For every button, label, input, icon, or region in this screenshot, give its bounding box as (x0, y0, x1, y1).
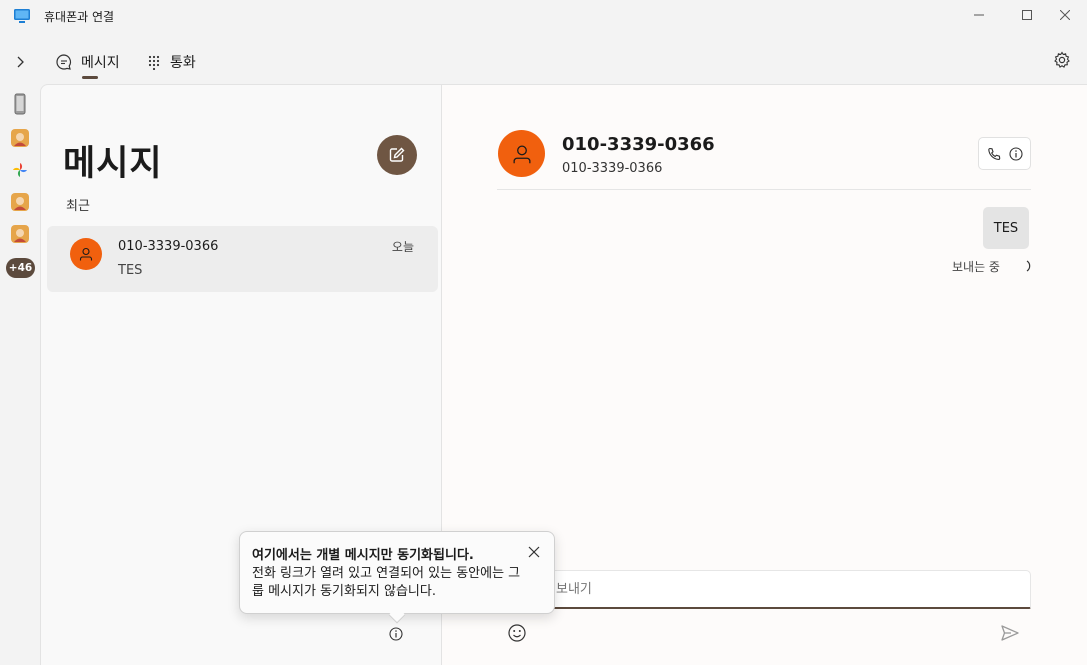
person-icon (79, 247, 93, 261)
send-icon (1001, 625, 1019, 641)
window-title: 휴대폰과 연결 (44, 10, 115, 24)
conversation-list-item[interactable]: 010-3339-0366 TES 오늘 (47, 226, 438, 292)
page-title: 메시지 (63, 144, 163, 184)
minimize-button[interactable] (956, 0, 1002, 30)
message-compose-box[interactable] (497, 570, 1031, 609)
tab-messages[interactable]: 메시지 (55, 50, 120, 74)
app-icon-3[interactable] (9, 223, 31, 245)
phone-device-icon[interactable] (9, 93, 31, 115)
more-apps-badge[interactable]: +46 (6, 258, 35, 278)
chevron-right-icon (17, 56, 24, 68)
conversation-name: 010-3339-0366 (118, 239, 219, 254)
info-icon (389, 627, 403, 641)
message-text: TES (993, 220, 1019, 236)
message-bubble[interactable]: TES (983, 207, 1029, 249)
settings-button[interactable] (1051, 49, 1073, 71)
header-divider (497, 189, 1031, 190)
tab-messages-label: 메시지 (81, 55, 120, 71)
close-button[interactable] (1042, 0, 1087, 30)
app-icon-2[interactable] (9, 191, 31, 213)
phone-icon (987, 147, 1000, 160)
chat-contact-number: 010-3339-0366 (562, 161, 663, 176)
photos-icon[interactable] (9, 159, 31, 181)
chat-contact-name: 010-3339-0366 (562, 134, 715, 155)
call-button[interactable] (987, 147, 1001, 161)
emoji-button[interactable] (506, 622, 528, 644)
info-button[interactable] (389, 626, 403, 641)
tooltip-body: 전화 링크가 열려 있고 연결되어 있는 동안에는 그룹 메시지가 동기화되지 … (252, 566, 521, 599)
app-icon-1[interactable] (9, 127, 31, 149)
new-message-button[interactable] (377, 135, 417, 175)
person-icon (513, 145, 530, 163)
phone-link-app-icon (13, 7, 31, 25)
recent-section-label: 최근 (66, 199, 90, 214)
chat-contact-avatar (498, 130, 545, 177)
tab-calls-label: 통화 (170, 55, 196, 71)
info-icon (1008, 146, 1023, 161)
conversation-date: 오늘 (391, 240, 414, 254)
contact-info-button[interactable] (1008, 146, 1023, 161)
sending-spinner-icon (1026, 260, 1031, 272)
message-input[interactable] (556, 571, 1016, 607)
compose-icon (389, 147, 405, 162)
top-navigation: 메시지 통화 (0, 40, 1087, 84)
send-button[interactable] (999, 622, 1021, 644)
tab-selected-indicator (82, 76, 98, 79)
title-bar: 휴대폰과 연결 (0, 0, 1087, 32)
tooltip-close-button[interactable] (526, 544, 542, 560)
tooltip-title: 여기에서는 개별 메시지만 동기화됩니다. (252, 548, 474, 563)
device-app-rail: +46 (0, 84, 40, 665)
contact-avatar (70, 238, 102, 270)
close-icon (528, 546, 540, 558)
gear-icon (1054, 51, 1070, 68)
group-message-tooltip: 여기에서는 개별 메시지만 동기화됩니다. 전화 링크가 열려 있고 연결되어 … (239, 531, 555, 624)
minimize-icon (974, 14, 984, 16)
dialpad-icon (148, 55, 160, 70)
expand-sidebar-button[interactable] (8, 50, 32, 74)
maximize-icon (1022, 10, 1032, 20)
chat-actions (978, 137, 1031, 170)
tab-calls[interactable]: 통화 (146, 50, 196, 74)
chat-bubble-icon (56, 54, 72, 70)
close-icon (1060, 10, 1070, 20)
message-status: 보내는 중 (952, 260, 1000, 274)
conversation-preview: TES (118, 263, 143, 278)
emoji-icon (508, 624, 526, 642)
